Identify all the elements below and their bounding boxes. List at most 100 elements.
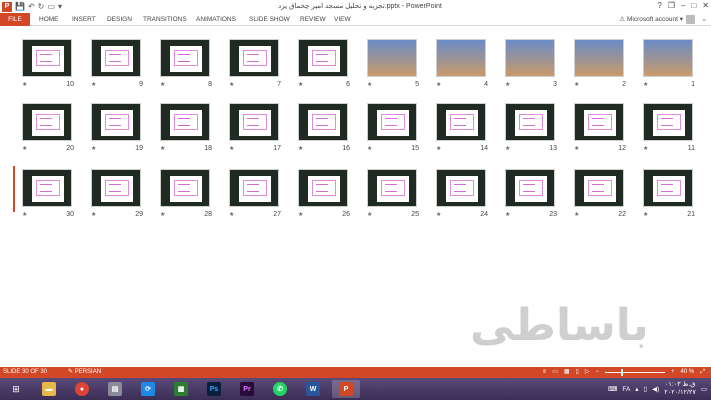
account-menu[interactable]: ⚠ Microsoft account ▾ bbox=[619, 13, 683, 26]
animation-star-icon[interactable]: ★ bbox=[22, 145, 27, 152]
animation-star-icon[interactable]: ★ bbox=[643, 81, 648, 88]
animation-star-icon[interactable]: ★ bbox=[229, 81, 234, 88]
animation-star-icon[interactable]: ★ bbox=[91, 81, 96, 88]
slide-thumbnail[interactable]: ★ 5 bbox=[367, 39, 427, 95]
keyboard-icon[interactable]: ⌨ bbox=[608, 385, 617, 393]
slide-thumbnail[interactable]: ★ 22 bbox=[574, 169, 634, 225]
animation-star-icon[interactable]: ★ bbox=[229, 211, 234, 218]
show-hidden-icons[interactable]: ▴ bbox=[635, 385, 638, 393]
slide-thumbnail[interactable]: ★ 10 bbox=[22, 39, 82, 95]
tab-design[interactable]: DESIGN bbox=[107, 13, 132, 26]
animation-star-icon[interactable]: ★ bbox=[298, 211, 303, 218]
animation-star-icon[interactable]: ★ bbox=[160, 145, 165, 152]
zoom-slider[interactable] bbox=[604, 369, 665, 376]
taskbar-printer[interactable]: ▤ bbox=[101, 380, 129, 398]
taskbar-premiere[interactable]: Pr bbox=[233, 380, 261, 398]
slide-thumbnail[interactable]: ★ 4 bbox=[436, 39, 496, 95]
tab-review[interactable]: REVIEW bbox=[300, 13, 326, 26]
slide-thumbnail[interactable]: ★ 11 bbox=[643, 103, 703, 159]
fit-to-window-icon[interactable]: ⤢ bbox=[700, 367, 705, 378]
normal-view-icon[interactable]: ▭ bbox=[552, 367, 558, 378]
slide-thumbnail[interactable]: ★ 8 bbox=[160, 39, 220, 95]
slide-thumbnail[interactable]: ★ 21 bbox=[643, 169, 703, 225]
slide-thumbnail[interactable]: ★ 18 bbox=[160, 103, 220, 159]
slide-thumbnail[interactable]: ★ 3 bbox=[505, 39, 565, 95]
avatar[interactable] bbox=[686, 15, 695, 24]
start-from-beginning-icon[interactable]: ▭ bbox=[47, 1, 55, 12]
customize-qat-icon[interactable]: ▾ bbox=[58, 1, 62, 12]
language-indicator[interactable]: ✎ PERSIAN bbox=[68, 367, 101, 378]
animation-star-icon[interactable]: ★ bbox=[160, 81, 165, 88]
slide-thumbnail[interactable]: ★ 2 bbox=[574, 39, 634, 95]
slide-thumbnail[interactable]: ★ 28 bbox=[160, 169, 220, 225]
slide-thumbnail[interactable]: ★ 16 bbox=[298, 103, 358, 159]
redo-icon[interactable]: ↻ bbox=[38, 1, 45, 12]
reading-view-icon[interactable]: ▯ bbox=[576, 367, 579, 378]
zoom-in-button[interactable]: + bbox=[671, 367, 675, 378]
help-button[interactable]: ? bbox=[657, 0, 661, 12]
animation-star-icon[interactable]: ★ bbox=[505, 145, 510, 152]
animation-star-icon[interactable]: ★ bbox=[22, 81, 27, 88]
zoom-level[interactable]: 40 % bbox=[681, 367, 695, 378]
language-button[interactable]: FA bbox=[622, 386, 630, 393]
clock[interactable]: ۰۱:۰۳ ق.ظ ۲۰۲۰/۱۲/۲۷ bbox=[664, 381, 696, 397]
animation-star-icon[interactable]: ★ bbox=[367, 211, 372, 218]
tab-slide-show[interactable]: SLIDE SHOW bbox=[249, 13, 290, 26]
slide-thumbnail[interactable]: ★ 24 bbox=[436, 169, 496, 225]
tab-view[interactable]: VIEW bbox=[334, 13, 351, 26]
taskbar-chrome[interactable]: ● bbox=[68, 380, 96, 398]
slide-thumbnail[interactable]: ★ 17 bbox=[229, 103, 289, 159]
animation-star-icon[interactable]: ★ bbox=[436, 81, 441, 88]
close-button[interactable]: ✕ bbox=[702, 0, 709, 12]
slide-thumbnail[interactable]: ★ 29 bbox=[91, 169, 151, 225]
taskbar-word[interactable]: W bbox=[299, 380, 327, 398]
animation-star-icon[interactable]: ★ bbox=[643, 145, 648, 152]
animation-star-icon[interactable]: ★ bbox=[574, 145, 579, 152]
animation-star-icon[interactable]: ★ bbox=[505, 211, 510, 218]
animation-star-icon[interactable]: ★ bbox=[436, 211, 441, 218]
taskbar-explorer[interactable]: ▬ bbox=[35, 380, 63, 398]
tab-insert[interactable]: INSERT bbox=[72, 13, 96, 26]
animation-star-icon[interactable]: ★ bbox=[160, 211, 165, 218]
slide-thumbnail[interactable]: ★ 14 bbox=[436, 103, 496, 159]
slide-thumbnail[interactable]: ★ 1 bbox=[643, 39, 703, 95]
taskbar-photoshop[interactable]: Ps bbox=[200, 380, 228, 398]
slide-thumbnail[interactable]: ★ 13 bbox=[505, 103, 565, 159]
animation-star-icon[interactable]: ★ bbox=[367, 145, 372, 152]
save-icon[interactable]: 💾 bbox=[15, 1, 25, 12]
animation-star-icon[interactable]: ★ bbox=[298, 81, 303, 88]
animation-star-icon[interactable]: ★ bbox=[229, 145, 234, 152]
slide-sorter-view-icon[interactable]: ▦ bbox=[564, 367, 570, 378]
slide-thumbnail[interactable]: ★ 9 bbox=[91, 39, 151, 95]
animation-star-icon[interactable]: ★ bbox=[505, 81, 510, 88]
animation-star-icon[interactable]: ★ bbox=[91, 211, 96, 218]
taskbar-app[interactable]: ⟳ bbox=[134, 380, 162, 398]
animation-star-icon[interactable]: ★ bbox=[436, 145, 441, 152]
animation-star-icon[interactable]: ★ bbox=[643, 211, 648, 218]
slide-thumbnail[interactable]: ★ 15 bbox=[367, 103, 427, 159]
taskbar-calculator[interactable]: ▦ bbox=[167, 380, 195, 398]
slide-thumbnail[interactable]: ★ 6 bbox=[298, 39, 358, 95]
animation-star-icon[interactable]: ★ bbox=[574, 211, 579, 218]
animation-star-icon[interactable]: ★ bbox=[22, 211, 27, 218]
notifications-icon[interactable]: ▭ bbox=[701, 385, 707, 393]
slide-thumbnail[interactable]: ★ 19 bbox=[91, 103, 151, 159]
taskbar-whatsapp[interactable]: ✆ bbox=[266, 380, 294, 398]
animation-star-icon[interactable]: ★ bbox=[367, 81, 372, 88]
notes-icon[interactable]: ≡ bbox=[543, 367, 547, 378]
minimize-button[interactable]: – bbox=[681, 0, 685, 12]
animation-star-icon[interactable]: ★ bbox=[91, 145, 96, 152]
slide-thumbnail[interactable]: ★ 12 bbox=[574, 103, 634, 159]
tab-animations[interactable]: ANIMATIONS bbox=[196, 13, 236, 26]
network-icon[interactable]: ▯ bbox=[644, 385, 648, 393]
zoom-out-button[interactable]: − bbox=[595, 367, 599, 378]
slide-thumbnail[interactable]: ★ 7 bbox=[229, 39, 289, 95]
slide-thumbnail[interactable]: ★ 26 bbox=[298, 169, 358, 225]
ribbon-expand-icon[interactable]: ⌄ bbox=[701, 13, 707, 26]
slideshow-view-icon[interactable]: ▷ bbox=[585, 367, 590, 378]
slide-thumbnail[interactable]: ★ 23 bbox=[505, 169, 565, 225]
ribbon-display-button[interactable]: ❐ bbox=[668, 0, 675, 12]
slide-thumbnail[interactable]: ★ 30 bbox=[22, 169, 82, 225]
start-button[interactable]: ⊞ bbox=[2, 380, 30, 398]
tab-transitions[interactable]: TRANSITIONS bbox=[143, 13, 187, 26]
